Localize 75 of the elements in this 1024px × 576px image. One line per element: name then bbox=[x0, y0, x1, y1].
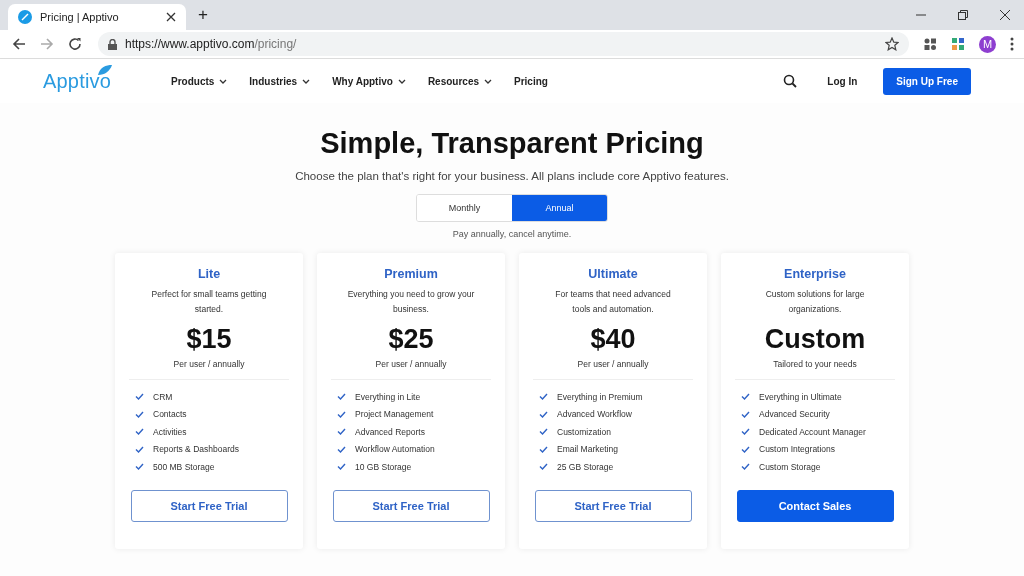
price-period: Per user / annually bbox=[577, 359, 649, 369]
plan-name: Premium bbox=[384, 267, 438, 281]
back-arrow-icon[interactable] bbox=[12, 37, 26, 51]
feature-text: Workflow Automation bbox=[355, 444, 435, 455]
feature-text: Activities bbox=[153, 426, 187, 437]
plan-price: $15 bbox=[186, 323, 232, 355]
check-icon bbox=[337, 463, 346, 471]
price-period: Per user / annually bbox=[173, 359, 245, 369]
search-icon[interactable] bbox=[783, 74, 798, 88]
signup-button[interactable]: Sign Up Free bbox=[883, 67, 971, 95]
star-icon[interactable] bbox=[885, 37, 899, 51]
plan-price: $25 bbox=[388, 323, 434, 355]
extension-icon[interactable] bbox=[951, 37, 965, 51]
feature-text: Everything in Lite bbox=[355, 391, 421, 402]
caret-icon[interactable] bbox=[484, 78, 492, 84]
billing-toggle-option[interactable]: Annual bbox=[512, 195, 607, 221]
plan-button[interactable]: Contact Sales bbox=[736, 489, 894, 522]
feature-text: Customization bbox=[557, 426, 611, 437]
nav-link[interactable]: Resources bbox=[427, 75, 492, 87]
feature-text: Email Marketing bbox=[557, 444, 618, 455]
price-period: Tailored to your needs bbox=[773, 359, 857, 369]
plan-description: Perfect for small teams getting started. bbox=[150, 288, 268, 316]
feature-text: Everything in Premium bbox=[557, 391, 643, 402]
check-icon bbox=[741, 463, 750, 471]
nav-link[interactable]: Industries bbox=[249, 75, 311, 87]
feature-text: Everything in Ultimate bbox=[759, 391, 842, 402]
nav-link[interactable]: Products bbox=[171, 75, 228, 87]
feature-text: Dedicated Account Manager bbox=[759, 426, 866, 437]
caret-icon[interactable] bbox=[219, 78, 228, 84]
feature-text: Advanced Reports bbox=[355, 426, 425, 437]
page-subtitle: Choose the plan that's right for your business. All plans include core Apptivo features. bbox=[295, 170, 729, 182]
caret-icon[interactable] bbox=[302, 78, 311, 84]
menu-icon[interactable] bbox=[1010, 37, 1014, 51]
plan-description: For teams that need advanced tools and automation. bbox=[554, 288, 672, 316]
restore-icon[interactable] bbox=[958, 10, 968, 20]
reload-icon[interactable] bbox=[68, 37, 82, 51]
plan-name: Enterprise bbox=[784, 267, 846, 281]
profile-avatar[interactable]: M bbox=[979, 35, 996, 53]
lock-icon bbox=[108, 38, 117, 50]
plan-name: Ultimate bbox=[588, 267, 638, 281]
plan-button[interactable]: Start Free Trial bbox=[534, 489, 692, 522]
new-tab-button[interactable]: + bbox=[198, 5, 208, 25]
feature-text: 25 GB Storage bbox=[557, 461, 614, 472]
nav-link[interactable]: Pricing bbox=[514, 75, 548, 87]
browser-tab[interactable]: Pricing | Apptivo bbox=[8, 4, 186, 30]
plan-name: Lite bbox=[197, 267, 221, 281]
billing-note: Pay annually, cancel anytime. bbox=[452, 229, 572, 239]
check-icon bbox=[539, 463, 548, 471]
plan-description: Everything you need to grow your business. bbox=[347, 288, 475, 316]
check-icon bbox=[135, 463, 144, 471]
address-field[interactable]: https://www.apptivo.com/pricing/ bbox=[98, 32, 909, 56]
feature-text: 10 GB Storage bbox=[355, 461, 412, 472]
feature-text: Project Management bbox=[355, 409, 434, 420]
close-icon[interactable] bbox=[1000, 10, 1010, 20]
price-period: Per user / annually bbox=[375, 359, 447, 369]
extension-icon[interactable] bbox=[923, 37, 937, 51]
plan-price: Custom bbox=[764, 323, 866, 355]
close-icon[interactable] bbox=[166, 12, 176, 22]
tab-title: Pricing | Apptivo bbox=[40, 11, 120, 23]
plan-button[interactable]: Start Free Trial bbox=[332, 489, 490, 522]
plan-price: $40 bbox=[590, 323, 636, 355]
login-link[interactable]: Log In bbox=[827, 75, 858, 87]
plan-button[interactable]: Start Free Trial bbox=[130, 489, 288, 522]
plan-description: Custom solutions for large organizations. bbox=[764, 288, 866, 316]
page-heading: Simple, Transparent Pricing bbox=[320, 127, 704, 160]
feature-text: Reports & Dashboards bbox=[153, 444, 239, 455]
feature-text: Custom Integrations bbox=[759, 444, 836, 455]
feature-text: Advanced Security bbox=[759, 409, 830, 420]
feature-text: Custom Storage bbox=[759, 461, 821, 472]
feature-text: 500 MB Storage bbox=[153, 461, 215, 472]
feature-text: Contacts bbox=[153, 409, 187, 420]
feature-text: Advanced Workflow bbox=[557, 409, 632, 420]
feature-text: CRM bbox=[153, 391, 173, 402]
caret-icon[interactable] bbox=[397, 78, 406, 84]
nav-link[interactable]: Why Apptivo bbox=[332, 75, 406, 87]
